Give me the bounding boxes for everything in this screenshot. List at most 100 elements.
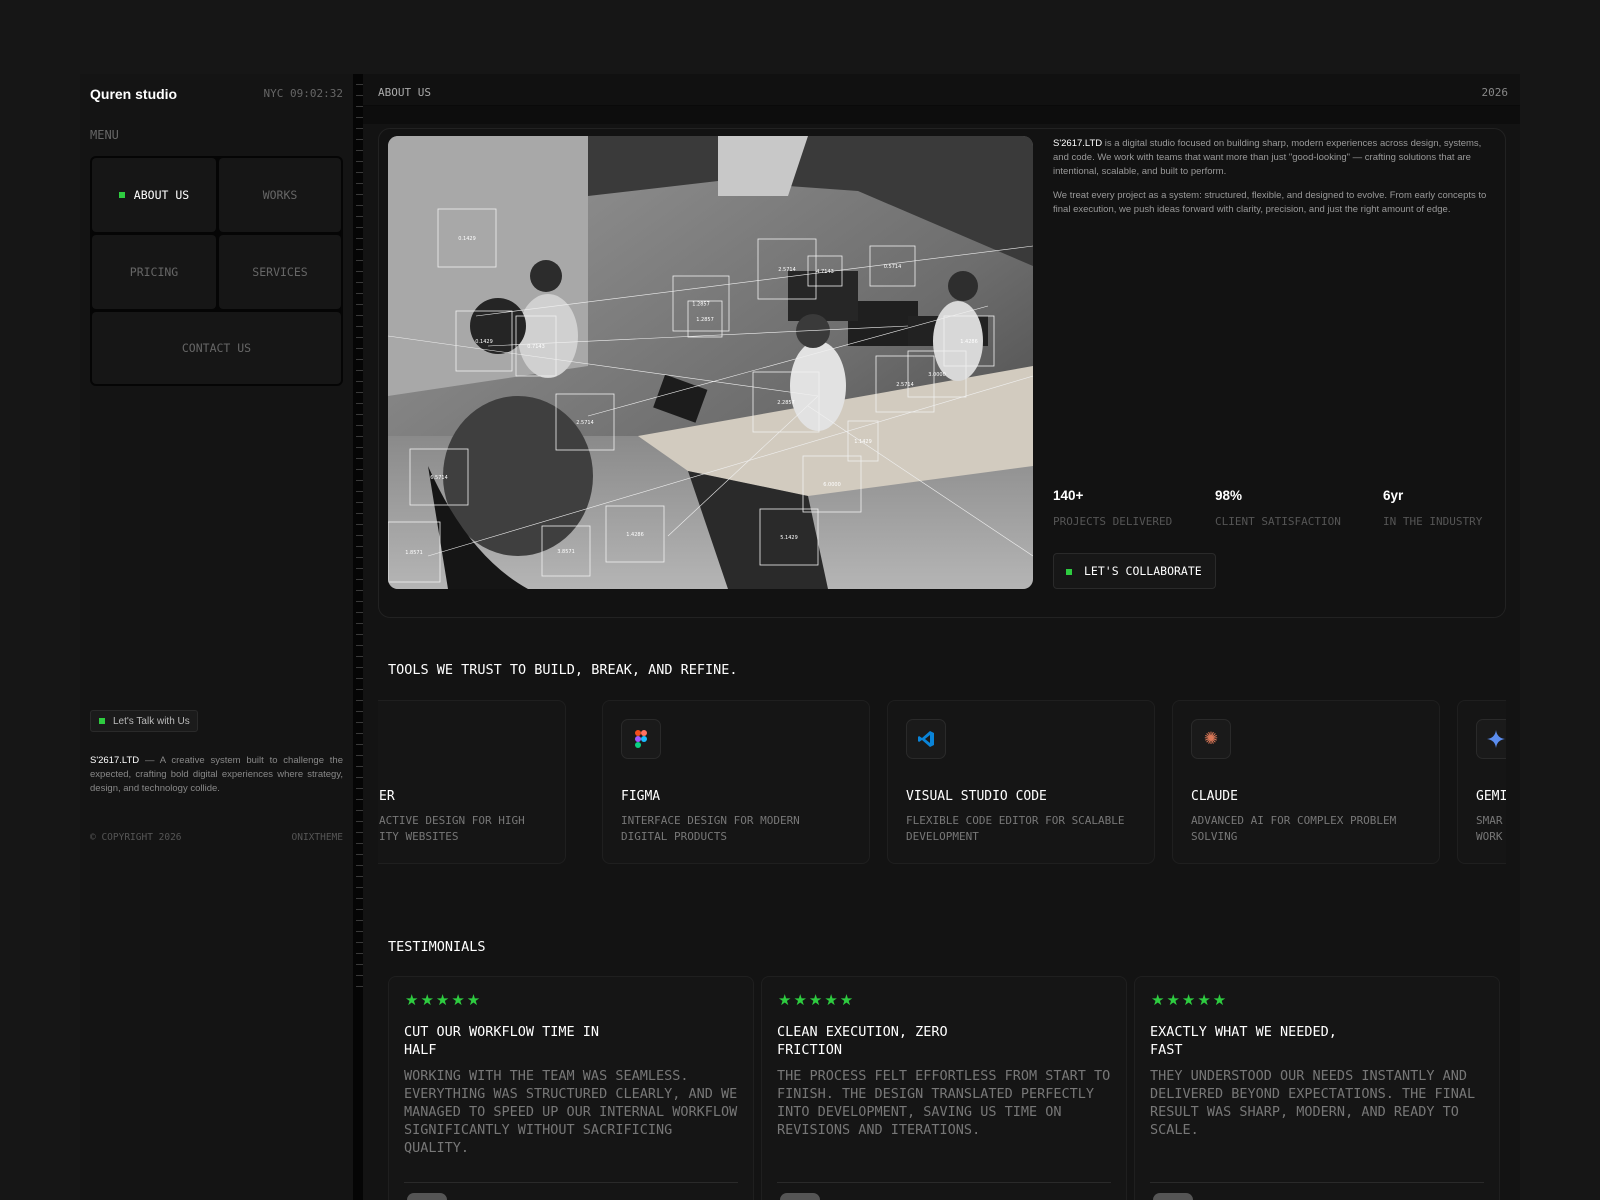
rail-tick: [356, 524, 363, 525]
rail-tick: [356, 887, 363, 888]
testimonial-heading: CUT OUR WORKFLOW TIME IN HALF: [404, 1024, 600, 1058]
tools-heading: TOOLS WE TRUST TO BUILD, BREAK, AND REFI…: [388, 662, 738, 678]
menu-item-services[interactable]: SERVICES: [219, 235, 341, 309]
tracking-label: 1.8571: [405, 550, 423, 556]
year-label: 2026: [1481, 86, 1509, 99]
collaborate-label: LET'S COLLABORATE: [1084, 564, 1202, 578]
clock: NYC 09:02:32: [263, 87, 343, 100]
top-bar: ABOUT US 2026: [363, 74, 1520, 106]
tracking-label: 1.2857: [692, 302, 710, 308]
rail-tick: [356, 568, 363, 569]
tracking-label: 6.0000: [823, 482, 841, 488]
tools-carousel[interactable]: ER ACTIVE DESIGN FOR HIGH ITY WEBSITES F…: [378, 700, 1506, 870]
rail-tick: [356, 634, 363, 635]
menu-item-label: PRICING: [129, 265, 179, 279]
rail-tick: [356, 491, 363, 492]
rail-tick: [356, 469, 363, 470]
rail-tick: [356, 986, 363, 987]
hero-image: 0.1429 0.5714 1.2857 2.5714 0.1429 2.5714 1.42…: [388, 136, 1033, 589]
status-dot-icon: [1066, 569, 1072, 575]
rail-tick: [356, 733, 363, 734]
testimonials-heading: TESTIMONIALS: [388, 939, 486, 955]
theme-credit[interactable]: ONIXTHEME: [292, 832, 343, 843]
rail-tick: [356, 139, 363, 140]
stat-label: CLIENT SATISFACTION: [1215, 515, 1341, 528]
tracking-label: 2.5714: [896, 382, 914, 388]
tool-card-vscode[interactable]: VISUAL STUDIO CODE FLEXIBLE CODE EDITOR …: [887, 700, 1155, 864]
rail-tick: [356, 931, 363, 932]
rail-tick: [356, 898, 363, 899]
testimonial-card: ★★★★★ EXACTLY WHAT WE NEEDED, FAST THEY …: [1134, 976, 1500, 1200]
divider-strip: [363, 106, 1520, 124]
tool-description: INTERFACE DESIGN FOR MODERN DIGITAL PROD…: [621, 814, 800, 843]
tracking-label: 4.7143: [816, 269, 834, 275]
rail-tick: [356, 436, 363, 437]
figma-icon: [621, 719, 661, 759]
brand-logo[interactable]: Quren studio: [90, 86, 177, 102]
tool-description: ADVANCED AI FOR COMPLEX PROBLEM SOLVING: [1191, 814, 1397, 843]
collaborate-button[interactable]: LET'S COLLABORATE: [1053, 553, 1216, 589]
tool-card-gemini[interactable]: GEMI SMAR WORK: [1457, 700, 1506, 864]
tool-card-framer[interactable]: ER ACTIVE DESIGN FOR HIGH ITY WEBSITES: [378, 700, 566, 864]
tracking-label: 2.5714: [576, 420, 594, 426]
about-paragraph-2: We treat every project as a system: stru…: [1053, 190, 1487, 215]
rail-tick: [356, 953, 363, 954]
rail-tick: [356, 700, 363, 701]
talk-button[interactable]: Let's Talk with Us: [90, 710, 198, 732]
testimonial-body: THE PROCESS FELT EFFORTLESS FROM START T…: [777, 1068, 1111, 1138]
rail-tick: [356, 546, 363, 547]
rail-tick: [356, 744, 363, 745]
breadcrumb: ABOUT US: [378, 86, 431, 99]
rail-tick: [356, 183, 363, 184]
testimonial-body: WORKING WITH THE TEAM WAS SEAMLESS. EVER…: [404, 1068, 738, 1156]
gemini-icon: [1476, 719, 1506, 759]
rail-tick: [356, 590, 363, 591]
rail-tick: [356, 766, 363, 767]
tracking-label: 1.2857: [696, 317, 714, 323]
rail-tick: [356, 755, 363, 756]
app-frame: Quren studio NYC 09:02:32 MENU ABOUT US …: [80, 74, 1520, 1200]
rating-stars-icon: ★★★★★: [1151, 992, 1229, 1009]
rail-tick: [356, 381, 363, 382]
testimonial-card: ★★★★★ CLEAN EXECUTION, ZERO FRICTION THE…: [761, 976, 1127, 1200]
rail-tick: [356, 612, 363, 613]
talk-button-label: Let's Talk with Us: [113, 715, 190, 727]
rail-tick: [356, 260, 363, 261]
rail-tick: [356, 777, 363, 778]
studio-blurb: S'2617.LTD — A creative system built to …: [90, 754, 343, 796]
rail-tick: [356, 942, 363, 943]
rating-stars-icon: ★★★★★: [778, 992, 856, 1009]
rail-tick: [356, 370, 363, 371]
tracking-label: 2.5714: [778, 267, 796, 273]
rail-tick: [356, 667, 363, 668]
tracking-label: 6.5714: [430, 475, 448, 481]
rating-stars-icon: ★★★★★: [405, 992, 483, 1009]
rail-tick: [356, 975, 363, 976]
tracking-label: 5.1429: [780, 535, 798, 541]
tracking-label: 0.1429: [458, 236, 476, 242]
tool-card-claude[interactable]: ✺ CLAUDE ADVANCED AI FOR COMPLEX PROBLEM…: [1172, 700, 1440, 864]
rail-tick: [356, 678, 363, 679]
vscode-icon: [906, 719, 946, 759]
rail-tick: [356, 458, 363, 459]
tool-description: ACTIVE DESIGN FOR HIGH ITY WEBSITES: [379, 814, 525, 843]
rail-tick: [356, 788, 363, 789]
rail-tick: [356, 810, 363, 811]
rail-tick: [356, 964, 363, 965]
menu-item-contact-us[interactable]: CONTACT US: [92, 312, 341, 384]
tool-card-figma[interactable]: FIGMA INTERFACE DESIGN FOR MODERN DIGITA…: [602, 700, 870, 864]
menu-item-about-us[interactable]: ABOUT US: [92, 158, 216, 232]
menu-item-works[interactable]: WORKS: [219, 158, 341, 232]
menu-item-pricing[interactable]: PRICING: [92, 235, 216, 309]
rail-tick: [356, 392, 363, 393]
tool-name: GEMI: [1476, 789, 1506, 804]
sidebar: Quren studio NYC 09:02:32 MENU ABOUT US …: [80, 74, 353, 1200]
tool-description: FLEXIBLE CODE EDITOR FOR SCALABLE DEVELO…: [906, 814, 1125, 843]
scroll-rail[interactable]: [353, 74, 363, 1200]
tool-name: CLAUDE: [1191, 789, 1238, 804]
rail-tick: [356, 304, 363, 305]
blurb-brand: S'2617.LTD: [90, 755, 140, 766]
rail-tick: [356, 513, 363, 514]
stat-label: PROJECTS DELIVERED: [1053, 515, 1173, 528]
tool-name: FIGMA: [621, 789, 661, 804]
